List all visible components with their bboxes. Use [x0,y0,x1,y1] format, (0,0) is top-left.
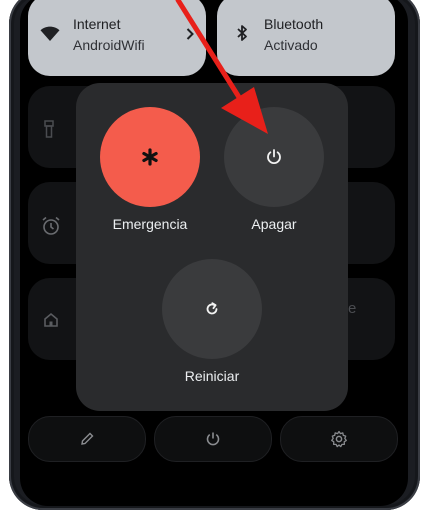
gear-icon [330,430,348,448]
bluetooth-tile[interactable]: Bluetooth Activado [217,0,395,76]
bluetooth-subtitle: Activado [264,37,318,53]
asterisk-icon [141,148,159,166]
flashlight-icon [44,120,54,138]
internet-tile[interactable]: Internet AndroidWifi [28,0,206,76]
pencil-icon [79,431,95,447]
restart-button[interactable] [162,259,262,359]
alarm-icon [41,216,61,236]
restart-label: Reiniciar [184,368,240,384]
internet-subtitle: AndroidWifi [73,37,145,53]
home-icon [43,312,59,328]
bluetooth-title: Bluetooth [264,16,324,32]
power-off-button[interactable] [224,107,324,207]
internet-title: Internet [73,16,121,32]
power-icon [205,431,221,447]
power-icon [265,148,283,166]
emergency-button[interactable] [100,107,200,207]
power-menu-panel: Emergencia Apagar Reiniciar [76,83,348,411]
background-tile-letter: e [348,300,357,317]
chevron-right-icon[interactable] [186,28,194,40]
settings-button[interactable] [280,416,398,462]
power-menu-button[interactable] [154,416,272,462]
wifi-icon [40,26,60,42]
edit-button[interactable] [28,416,146,462]
emergency-label: Emergencia [112,216,188,232]
power-off-label: Apagar [251,216,297,232]
restart-icon [203,300,221,318]
bluetooth-icon [236,24,248,42]
